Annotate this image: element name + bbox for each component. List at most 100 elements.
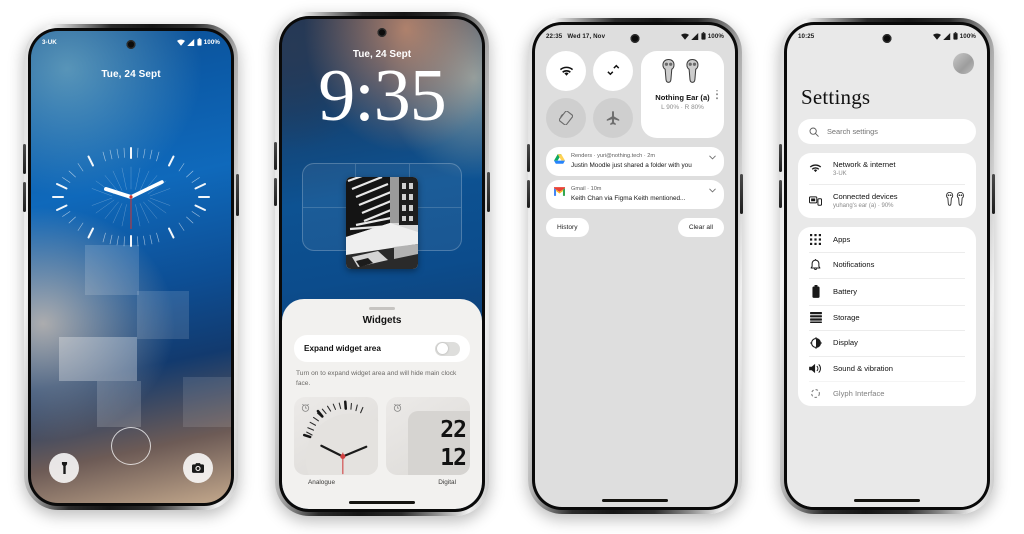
settings-row-battery[interactable]: Battery (798, 277, 976, 305)
settings-row-label: Connected devices (833, 192, 898, 202)
battery-icon (953, 32, 958, 40)
power-button[interactable] (236, 174, 239, 216)
widget-card-digital[interactable]: 22 12 (386, 396, 470, 475)
airplane-mode-tile[interactable] (593, 98, 633, 138)
settings-row-storage[interactable]: Storage (798, 304, 976, 330)
search-settings-bar[interactable]: Search settings (798, 119, 976, 144)
gmail-icon (554, 187, 565, 196)
avatar[interactable] (953, 53, 974, 74)
expand-widget-area-toggle[interactable] (435, 341, 460, 356)
digital-clock-preview-top: 22 (440, 416, 467, 443)
settings-row-sound-vibration[interactable]: Sound & vibration (798, 355, 976, 381)
phone-3-quick-settings: 22:35 Wed 17, Nov 100% Nothing Ear (a) L… (527, 18, 743, 514)
settings-row-display[interactable]: Display (798, 329, 976, 356)
rotate-icon (559, 111, 573, 125)
carrier-label: 3-UK (42, 38, 57, 46)
volume-up-button[interactable] (23, 144, 26, 174)
lockscreen-clock-digital: 9:35 (318, 55, 447, 137)
wifi-tile[interactable] (546, 51, 586, 91)
battery-icon (809, 284, 822, 298)
navigation-pill[interactable] (349, 501, 415, 504)
settings-row-label: Battery (833, 286, 858, 296)
expand-widget-area-description: Turn on to expand widget area and will h… (296, 370, 457, 387)
wifi-icon (809, 163, 822, 173)
chevron-down-icon[interactable] (709, 155, 716, 160)
camera-icon (192, 463, 204, 473)
airplane-icon (606, 111, 620, 125)
clock-hour-hand (104, 187, 133, 199)
storage-icon (809, 311, 822, 323)
navigation-pill[interactable] (854, 499, 920, 502)
auto-rotate-tile[interactable] (546, 98, 586, 138)
signal-icon (942, 32, 950, 40)
power-button[interactable] (992, 174, 995, 214)
volume-down-button[interactable] (527, 180, 530, 208)
battery-percent: 100% (203, 38, 220, 46)
lockscreen-dock (31, 427, 231, 489)
expand-widget-area-row[interactable]: Expand widget area (294, 335, 470, 362)
volume-up-button[interactable] (527, 144, 530, 172)
widget-label-digital: Digital (438, 478, 456, 486)
expand-widget-area-label: Expand widget area (304, 344, 381, 353)
sheet-drag-handle[interactable] (369, 307, 395, 310)
earbuds-card-overflow[interactable] (716, 89, 718, 100)
notification-header: Gmail · 10m (571, 186, 602, 192)
signal-icon (690, 32, 698, 40)
front-camera-punch-hole (126, 40, 136, 49)
volume-up-button[interactable] (274, 142, 277, 170)
navigation-pill[interactable] (602, 499, 668, 502)
settings-row-apps[interactable]: Apps (798, 227, 976, 252)
wifi-icon (176, 38, 185, 46)
clear-all-button[interactable]: Clear all (677, 218, 724, 237)
power-button[interactable] (487, 172, 490, 212)
wallpaper-square (137, 291, 189, 339)
settings-row-notifications[interactable]: Notifications (798, 251, 976, 278)
settings-row-label: Glyph Interface (833, 388, 885, 398)
wallpaper-square (183, 377, 231, 427)
lockscreen-date: Tue, 24 Sept (101, 69, 161, 80)
volume-down-button[interactable] (274, 178, 277, 206)
settings-row-network-internet[interactable]: Network & internet 3-UK (798, 153, 976, 184)
photo-widget[interactable] (346, 177, 418, 269)
settings-list: Network & internet 3-UK Connected device… (798, 153, 976, 415)
earbuds-icon (945, 191, 965, 211)
widget-card-analogue[interactable] (294, 396, 378, 475)
flashlight-shortcut-button[interactable] (49, 453, 79, 483)
settings-row-glyph-interface[interactable]: Glyph Interface (798, 380, 976, 406)
status-time: 22:35 (546, 32, 563, 40)
connected-earbuds-card[interactable]: Nothing Ear (a) L 90% · R 80% (641, 51, 724, 138)
settings-row-label: Sound & vibration (833, 363, 893, 373)
volume-down-button[interactable] (23, 182, 26, 212)
settings-row-connected-devices[interactable]: Connected devices yuhang's ear (a) · 90% (798, 183, 976, 218)
mobile-data-tile[interactable] (593, 51, 633, 91)
wifi-icon (559, 66, 573, 76)
analogue-clock-preview (302, 400, 378, 475)
chevron-down-icon[interactable] (709, 188, 716, 193)
earbuds-battery: L 90% · R 80% (661, 104, 704, 111)
alarm-clock-icon (393, 403, 402, 412)
volume-down-button[interactable] (779, 180, 782, 208)
notification-item[interactable]: Renders · yuri@nothing.tech · 2m Justin … (546, 147, 724, 176)
home-indicator-ring[interactable] (111, 427, 151, 465)
history-button[interactable]: History (546, 218, 589, 237)
camera-shortcut-button[interactable] (183, 453, 213, 483)
phone-2-widgets: Tue, 24 Sept 9:35 Widgets Expand widget … (274, 12, 490, 516)
search-icon (809, 127, 819, 137)
notification-item[interactable]: Gmail · 10m Keith Chan via Figma Keith m… (546, 180, 724, 209)
battery-icon (197, 38, 202, 46)
notification-text: Keith Chan via Figma Keith mentioned... (571, 195, 686, 202)
digital-clock-preview-bottom: 12 (440, 444, 467, 471)
front-camera-punch-hole (630, 34, 640, 43)
settings-group-connectivity: Network & internet 3-UK Connected device… (798, 153, 976, 218)
flashlight-icon (61, 462, 67, 474)
phone-1-screen: 3-UK 100% Tue, 24 Sept (31, 31, 231, 503)
signal-icon (186, 38, 194, 46)
quick-settings-tiles (546, 51, 633, 138)
devices-icon (809, 195, 822, 206)
notification-text: Justin Moodle just shared a folder with … (571, 162, 692, 169)
earbuds-icon (661, 59, 698, 83)
volume-up-button[interactable] (779, 144, 782, 172)
power-button[interactable] (740, 174, 743, 214)
battery-percent: 100% (707, 32, 724, 40)
phone-4-settings: 10:25 100% Settings Search settings Netw… (779, 18, 995, 514)
